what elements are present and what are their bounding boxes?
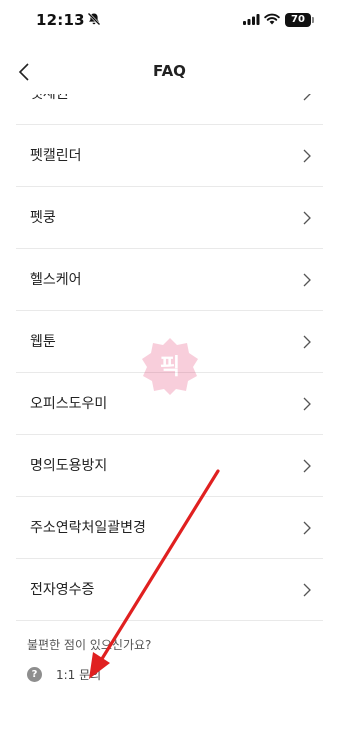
status-bar: 12:13 70 (0, 0, 339, 44)
watermark-badge: 픽 (142, 338, 198, 395)
faq-item-row[interactable]: 펫캘린더 (16, 125, 323, 187)
wifi-icon (264, 13, 280, 25)
watermark-text: 픽 (160, 355, 180, 380)
chevron-right-icon (303, 397, 311, 411)
battery-icon: 70 (285, 13, 311, 27)
faq-item-label: 웹툰 (30, 334, 56, 350)
faq-item-label: 헬스케어 (30, 272, 82, 288)
chevron-right-icon (303, 459, 311, 473)
inquiry-label: 1:1 문의 (56, 668, 102, 682)
faq-item-label: 명의도용방지 (30, 458, 108, 474)
nav-bar: FAQ (0, 50, 339, 94)
faq-item-label: 주소연락처일괄변경 (30, 520, 146, 536)
signal-icon (243, 14, 260, 25)
battery-tip (312, 17, 314, 23)
chevron-right-icon (303, 583, 311, 597)
chevron-right-icon (303, 149, 311, 163)
help-icon: ? (27, 667, 42, 682)
faq-item-label: 펫캘린더 (30, 148, 82, 164)
faq-item-row[interactable]: 전자영수증 (16, 559, 323, 621)
faq-item-row[interactable]: 명의도용방지 (16, 435, 323, 497)
chevron-right-icon (303, 521, 311, 535)
chevron-right-icon (303, 273, 311, 287)
faq-item-row[interactable]: 펫쿵 (16, 187, 323, 249)
help-question: 불편한 점이 있으신가요? (27, 638, 152, 652)
faq-item-label: 전자영수증 (30, 582, 95, 598)
faq-item-row[interactable]: 헬스케어 (16, 249, 323, 311)
chevron-right-icon (303, 335, 311, 349)
chevron-right-icon (303, 211, 311, 225)
status-time: 12:13 (36, 11, 85, 29)
page-title: FAQ (153, 62, 186, 80)
faq-item-row[interactable]: 주소연락처일괄변경 (16, 497, 323, 559)
faq-item-label: 펫쿵 (30, 210, 56, 226)
faq-item-label: 오피스도우미 (30, 396, 108, 412)
bell-off-icon (87, 12, 101, 26)
